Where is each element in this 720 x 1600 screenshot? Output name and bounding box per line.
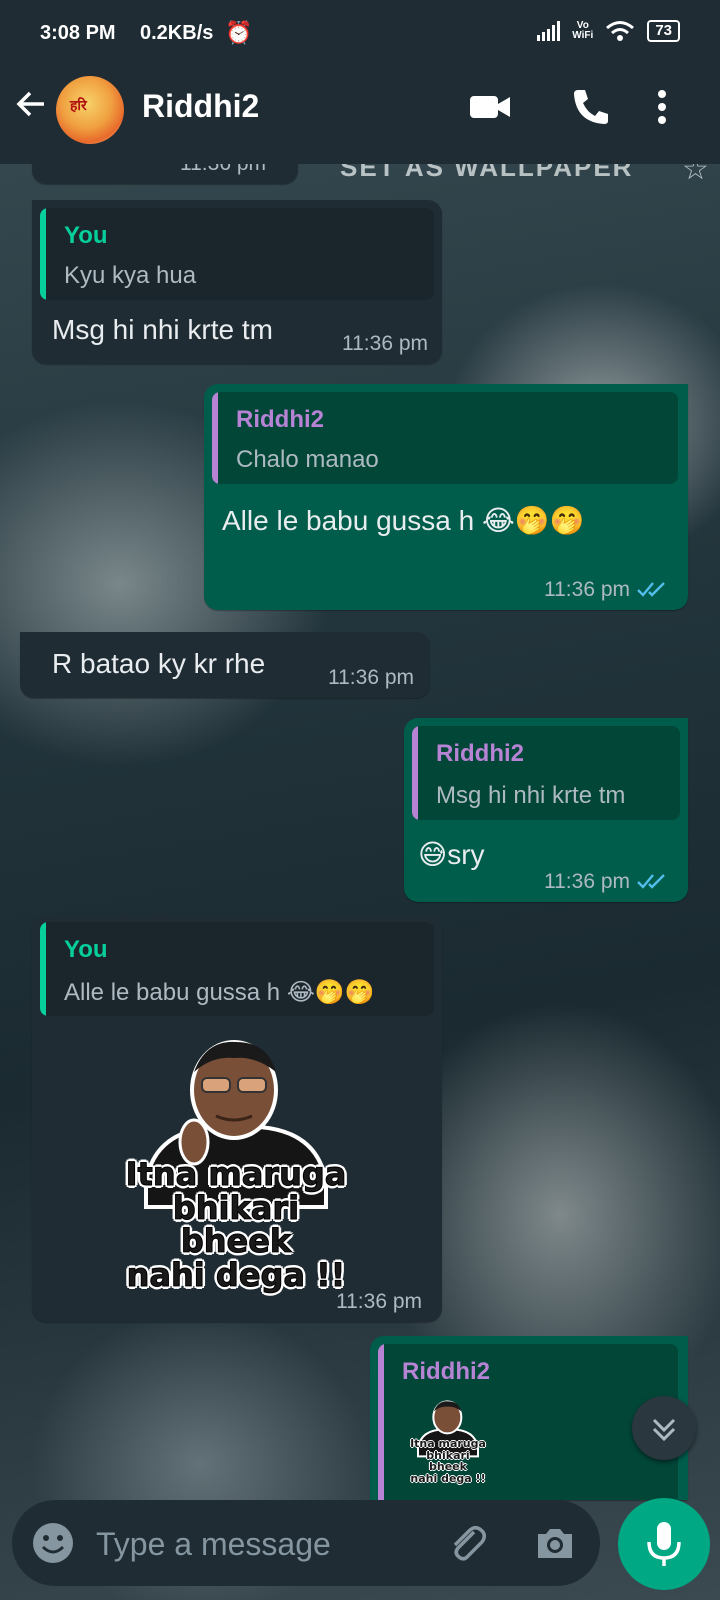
quote-bar: [412, 726, 418, 820]
message-bubble-incoming[interactable]: You Kyu kya hua Msg hi nhi krte tm 11:36…: [32, 200, 442, 364]
sticker-image[interactable]: Itna maruga bhikari bheek nahi dega !!: [116, 1032, 356, 1292]
sticker-caption-line: nahi dega !!: [410, 1471, 486, 1485]
quote-bar: [40, 208, 46, 300]
quoted-message[interactable]: Riddhi2 Chalo manao: [212, 392, 678, 484]
network-speed: 0.2KB/s: [140, 22, 214, 44]
message-timestamp: 11:36 pm: [336, 1290, 422, 1313]
message-input[interactable]: [94, 1516, 428, 1572]
chat-header: हरि Riddhi2: [0, 54, 720, 164]
quote-author: You: [64, 222, 108, 249]
vowifi-line: WiFi: [572, 30, 594, 41]
message-bubble-outgoing[interactable]: Riddhi2 Chalo manao Alle le babu gussa h…: [204, 384, 688, 610]
quoted-sticker-thumbnail: Itna maruga bhikari bheek nahi dega !!: [408, 1398, 488, 1484]
quoted-message[interactable]: Riddhi2 Msg hi nhi krte tm: [412, 726, 680, 820]
quote-author: You: [64, 936, 108, 963]
sticker-caption-line: bhikari bheek: [172, 1188, 300, 1261]
message-timestamp: 11:36 pm: [544, 578, 630, 601]
message-text: Msg hi nhi krte tm: [52, 314, 273, 345]
quote-bar: [212, 392, 218, 484]
message-bubble-incoming[interactable]: R batao ky kr rhe 11:36 pm: [20, 632, 430, 698]
avatar[interactable]: हरि: [56, 76, 124, 144]
signal-icon: [537, 21, 561, 41]
message-timestamp: 11:36 pm: [328, 666, 414, 689]
message-text: 😅sry: [418, 839, 485, 870]
vowifi-indicator: Vo WiFi: [572, 21, 593, 41]
quote-bar: [40, 922, 46, 1016]
attach-icon: [453, 1526, 486, 1561]
message-text: Alle le babu gussa h 😂🤭🤭: [222, 505, 585, 536]
voice-call-button[interactable]: [566, 82, 616, 132]
quote-text: Kyu kya hua: [64, 262, 197, 289]
quoted-message[interactable]: You Kyu kya hua: [40, 208, 434, 300]
battery-indicator: 73: [647, 20, 680, 42]
emoji-button[interactable]: [30, 1520, 76, 1566]
quote-author: Riddhi2: [436, 740, 524, 767]
sticker-caption-line: Itna maruga: [125, 1155, 347, 1193]
camera-icon: [538, 1529, 572, 1558]
voice-record-button[interactable]: [618, 1498, 710, 1590]
sticker-caption-line: bhikari bheek: [426, 1448, 470, 1474]
camera-button[interactable]: [532, 1520, 578, 1566]
quote-bar: [378, 1344, 384, 1500]
sticker-caption: Itna maruga bhikari bheek nahi dega !!: [408, 1438, 488, 1484]
video-call-button[interactable]: [466, 82, 516, 132]
back-arrow-icon[interactable]: [14, 86, 50, 129]
voice-call-icon: [574, 90, 608, 124]
quote-author: Riddhi2: [236, 406, 324, 433]
sticker-caption-line: nahi dega !!: [126, 1255, 346, 1294]
scroll-down-icon: [652, 1418, 676, 1442]
quote-text: Msg hi nhi krte tm: [436, 782, 626, 809]
alarm-icon: ⏰: [225, 20, 253, 45]
contact-name[interactable]: Riddhi2: [142, 88, 259, 125]
attach-button[interactable]: [444, 1520, 490, 1566]
quoted-message[interactable]: You Alle le babu gussa h 😂🤭🤭: [40, 922, 434, 1016]
more-options-button[interactable]: [650, 82, 700, 132]
message-timestamp: 11:36 pm: [544, 870, 630, 893]
sticker-caption: Itna maruga bhikari bheek nahi dega !!: [116, 1155, 356, 1294]
quote-author: Riddhi2: [402, 1358, 490, 1385]
message-timestamp: 11:36 pm: [342, 332, 428, 355]
message-bubble-incoming-sticker[interactable]: You Alle le babu gussa h 😂🤭🤭 Itna maruga…: [32, 914, 442, 1322]
status-icons: Vo WiFi 73: [537, 20, 680, 42]
avatar-text: हरि: [70, 97, 87, 113]
message-bubble-outgoing[interactable]: Riddhi2 Msg hi nhi krte tm 😅sry 11:36 pm: [404, 718, 688, 902]
scroll-to-bottom-button[interactable]: [632, 1396, 696, 1460]
mic-icon: [647, 1522, 681, 1566]
double-tick-icon: [637, 582, 665, 597]
video-call-icon: [470, 96, 510, 118]
emoji-icon: [33, 1523, 73, 1563]
double-tick-icon: [637, 874, 665, 889]
quote-text: Chalo manao: [236, 446, 379, 473]
quote-text: Alle le babu gussa h 😂🤭🤭: [64, 979, 375, 1006]
status-time: 3:08 PM: [40, 22, 116, 44]
message-composer: [12, 1500, 600, 1586]
more-options-icon: [658, 90, 666, 124]
wifi-icon: [606, 21, 635, 41]
message-text: R batao ky kr rhe: [52, 648, 266, 679]
sticker-caption-line: Itna maruga: [410, 1437, 486, 1450]
